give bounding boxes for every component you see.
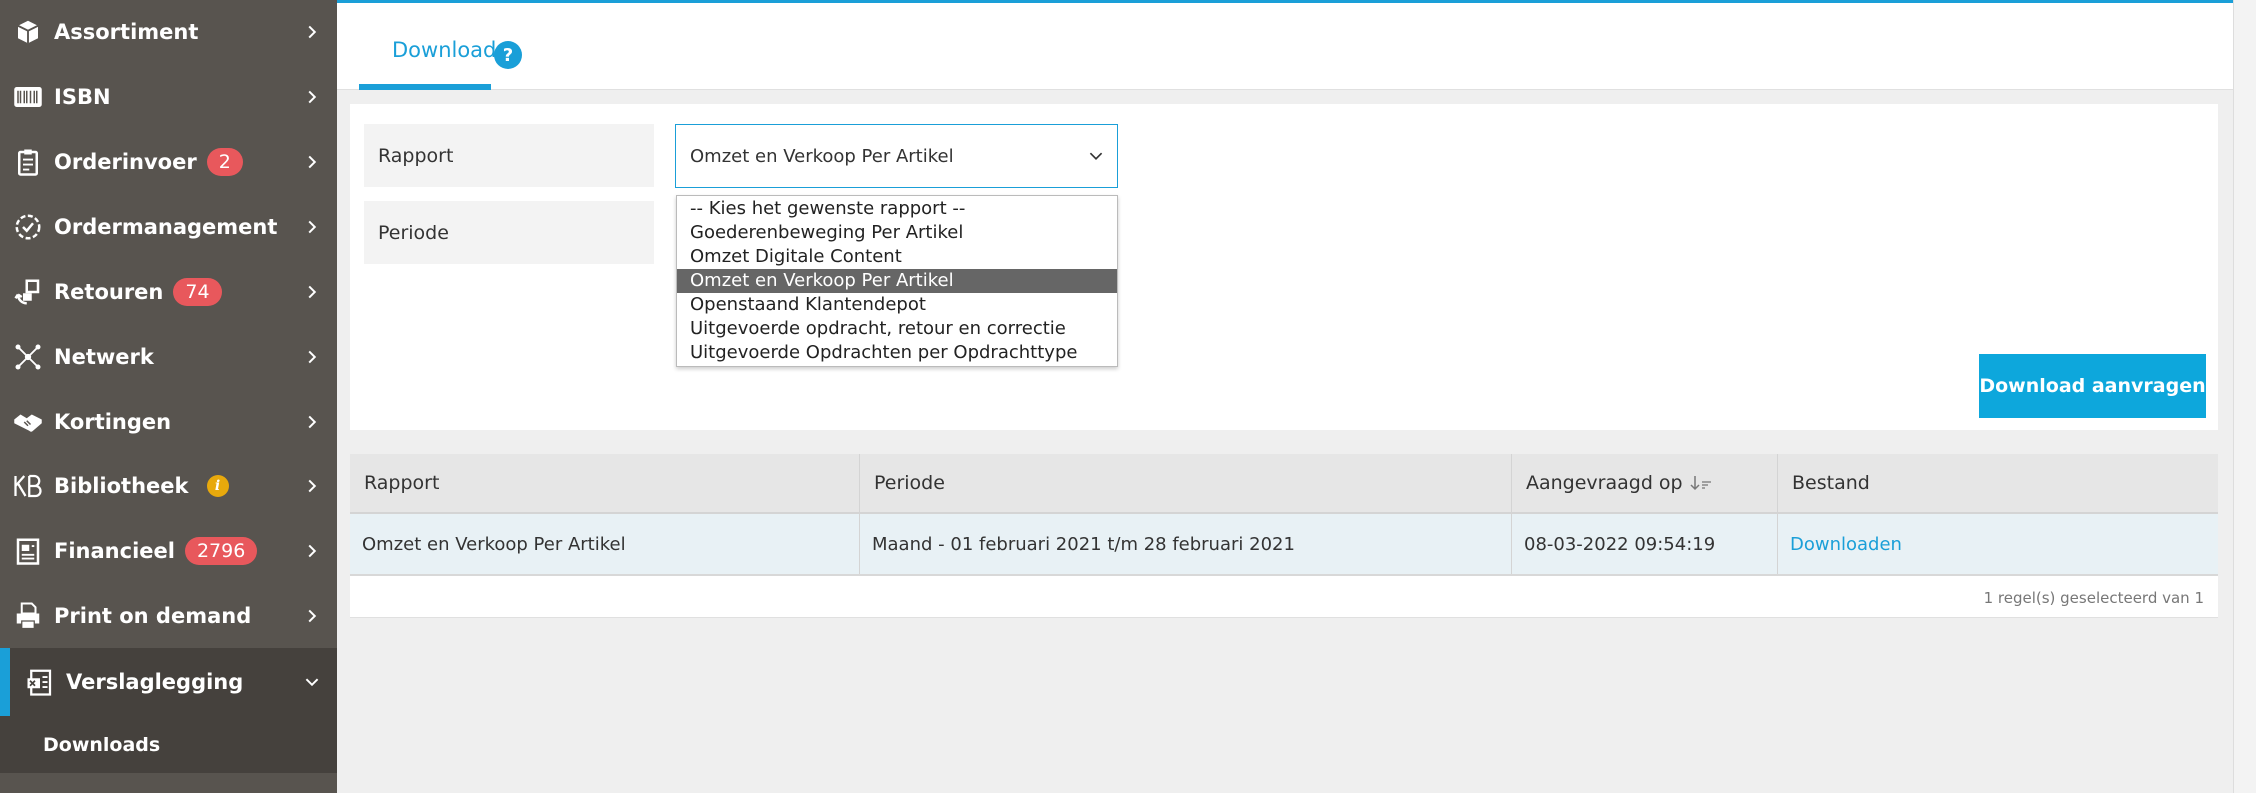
download-link[interactable]: Downloaden: [1778, 514, 2218, 574]
sidebar-subitem-downloads[interactable]: Downloads: [0, 716, 337, 774]
sidebar-item-financieel[interactable]: Financieel 2796: [0, 519, 337, 584]
dropdown-option[interactable]: Uitgevoerde opdracht, retour en correcti…: [677, 317, 1117, 341]
sidebar-item-label: Verslaglegging: [66, 670, 244, 695]
sidebar-item-isbn[interactable]: ISBN: [0, 64, 337, 130]
info-icon: i: [206, 475, 229, 498]
selection-status: 1 regel(s) geselecteerd van 1: [1983, 589, 2204, 607]
sidebar: Assortiment ISBN Orderinvoer 2 Ordermana…: [0, 0, 337, 793]
returns-count-badge: 74: [173, 277, 222, 306]
network-icon: [10, 339, 46, 375]
sidebar-item-label: Bibliotheek: [54, 474, 189, 499]
sidebar-item-orderinvoer[interactable]: Orderinvoer 2: [0, 130, 337, 195]
sidebar-subitem-label: Downloads: [43, 733, 161, 756]
box-icon: [10, 14, 46, 50]
sidebar-item-verslaglegging[interactable]: Verslaglegging: [0, 648, 337, 717]
sidebar-item-label: ISBN: [54, 85, 111, 109]
table-footer: 1 regel(s) geselecteerd van 1: [350, 576, 2218, 618]
cell-rapport: Omzet en Verkoop Per Artikel: [350, 514, 860, 574]
financial-count-badge: 2796: [184, 537, 258, 566]
column-header-bestand[interactable]: Bestand: [1778, 454, 2218, 512]
sidebar-item-netwerk[interactable]: Netwerk: [0, 324, 337, 389]
column-header-label: Periode: [874, 472, 945, 494]
column-header-label: Rapport: [364, 472, 440, 494]
periode-label: Periode: [364, 201, 654, 264]
column-header-periode[interactable]: Periode: [860, 454, 1512, 512]
chevron-right-icon: [308, 350, 317, 364]
sidebar-item-kortingen[interactable]: Kortingen: [0, 389, 337, 454]
dropdown-option[interactable]: Omzet Digitale Content: [677, 245, 1117, 269]
dropdown-option[interactable]: -- Kies het gewenste rapport --: [677, 197, 1117, 221]
column-header-label: Aangevraagd op: [1526, 472, 1683, 494]
report-dropdown-list: -- Kies het gewenste rapport -- Goederen…: [676, 195, 1118, 367]
dropdown-option-selected[interactable]: Omzet en Verkoop Per Artikel: [677, 269, 1117, 293]
check-circle-icon: [10, 209, 46, 245]
cell-periode: Maand - 01 februari 2021 t/m 28 februari…: [860, 514, 1512, 574]
returns-icon: [10, 274, 46, 310]
column-header-rapport[interactable]: Rapport: [350, 454, 860, 512]
sidebar-item-label: Ordermanagement: [54, 215, 278, 240]
report-select-value: Omzet en Verkoop Per Artikel: [690, 145, 954, 167]
barcode-icon: [10, 79, 46, 115]
sidebar-item-label: Kortingen: [54, 409, 172, 434]
downloads-table: Rapport Periode Aangevraagd op Bestand O…: [350, 454, 2218, 618]
chevron-right-icon: [308, 90, 317, 104]
sidebar-item-assortiment[interactable]: Assortiment: [0, 0, 337, 64]
sidebar-item-print-on-demand[interactable]: Print on demand: [0, 584, 337, 649]
sidebar-item-label: Retouren: [54, 279, 164, 304]
tab-downloads[interactable]: Downloads: [359, 3, 507, 90]
sidebar-item-label: Orderinvoer: [54, 150, 197, 175]
handshake-icon: [10, 404, 46, 440]
clipboard-icon: [10, 144, 46, 180]
cell-aangevraagd: 08-03-2022 09:54:19: [1512, 514, 1778, 574]
chevron-right-icon: [308, 415, 317, 428]
sidebar-item-label: Financieel: [54, 539, 175, 564]
download-request-button[interactable]: Download aanvragen: [1979, 354, 2206, 418]
sort-descending-icon[interactable]: [1689, 474, 1713, 492]
chevron-right-icon: [308, 285, 317, 299]
report-icon: [22, 664, 58, 700]
sidebar-item-label: Assortiment: [54, 20, 199, 44]
table-header: Rapport Periode Aangevraagd op Bestand: [350, 454, 2218, 514]
table-row[interactable]: Omzet en Verkoop Per Artikel Maand - 01 …: [350, 514, 2218, 576]
chevron-right-icon: [308, 480, 317, 493]
kb-logo-icon: [10, 468, 46, 504]
chevron-down-icon: [305, 678, 319, 687]
chevron-right-icon: [308, 156, 317, 169]
chevron-right-icon: [308, 220, 317, 234]
chevron-right-icon: [308, 609, 317, 623]
chevron-down-icon: [1089, 152, 1103, 160]
sidebar-item-label: Netwerk: [54, 344, 154, 369]
dropdown-option[interactable]: Goederenbeweging Per Artikel: [677, 221, 1117, 245]
report-select[interactable]: Omzet en Verkoop Per Artikel: [675, 124, 1118, 188]
tab-bar: Downloads ?: [337, 3, 2233, 90]
page-scrollbar[interactable]: [2233, 0, 2256, 793]
chevron-right-icon: [308, 544, 317, 558]
sidebar-item-ordermanagement[interactable]: Ordermanagement: [0, 195, 337, 260]
sidebar-item-bibliotheek[interactable]: Bibliotheek i: [0, 454, 337, 519]
sidebar-item-label: Print on demand: [54, 603, 252, 628]
rapport-label: Rapport: [364, 124, 654, 187]
order-count-badge: 2: [206, 148, 243, 177]
tab-label: Downloads: [392, 38, 508, 62]
chevron-right-icon: [308, 25, 317, 39]
sidebar-item-retouren[interactable]: Retouren 74: [0, 260, 337, 325]
invoice-icon: [10, 533, 46, 569]
printer-icon: [10, 598, 46, 634]
dropdown-option[interactable]: Uitgevoerde Opdrachten per Opdrachttype: [677, 341, 1117, 365]
dropdown-option[interactable]: Openstaand Klantendepot: [677, 293, 1117, 317]
help-icon[interactable]: ?: [494, 41, 522, 69]
column-header-aangevraagd[interactable]: Aangevraagd op: [1512, 454, 1778, 512]
report-form-panel: Rapport Periode Omzet en Verkoop Per Art…: [350, 104, 2218, 430]
column-header-label: Bestand: [1792, 472, 1870, 494]
